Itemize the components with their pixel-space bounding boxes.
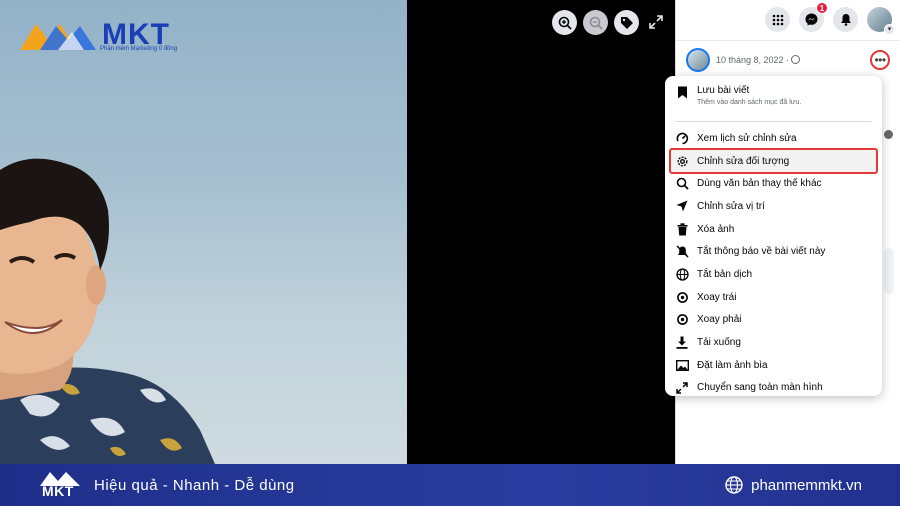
bookmark-icon <box>675 85 689 99</box>
post-header: 10 tháng 8, 2022 · <box>686 48 801 72</box>
top-bar: 1 ▾ <box>765 2 895 35</box>
banner-website[interactable]: phanmemmkt.vn <box>725 476 862 494</box>
photo-tools <box>552 10 639 35</box>
messenger-button[interactable]: 1 <box>799 2 828 32</box>
bell-off-icon <box>675 245 689 259</box>
menu-item-label: Dùng văn bản thay thế khác <box>697 178 822 190</box>
menu-divider <box>675 121 872 122</box>
notifications-button[interactable] <box>833 7 858 32</box>
expand-icon <box>675 381 689 395</box>
menu-item-rotate-right[interactable]: Xoay phải <box>671 309 876 332</box>
fullscreen-icon[interactable] <box>648 14 664 30</box>
location-arrow-icon <box>675 199 689 213</box>
top-divider <box>676 40 900 41</box>
chevron-down-icon: ▾ <box>884 24 895 35</box>
footer-banner: MKT Hiệu quả - Nhanh - Dễ dùng phanmemmk… <box>0 464 900 506</box>
menu-item-label: Lưu bài viết <box>697 85 750 96</box>
bell-icon <box>840 14 851 26</box>
menu-item-mute-notifications[interactable]: Tắt thông báo về bài viết này <box>671 240 876 263</box>
trash-icon <box>675 222 689 236</box>
menu-item-delete-photo[interactable]: Xóa ảnh <box>671 218 876 241</box>
history-icon <box>675 131 689 145</box>
menu-item-label: Chỉnh sửa đối tượng <box>697 155 790 167</box>
menu-item-turn-off-translation[interactable]: Tắt bản dịch <box>671 263 876 286</box>
globe-icon <box>725 476 743 494</box>
logo-mark-icon <box>20 24 96 50</box>
zoom-out-button[interactable] <box>583 10 608 35</box>
menu-item-label: Chỉnh sửa vị trí <box>697 200 765 212</box>
menu-item-label: Chuyển sang toàn màn hình <box>697 382 823 394</box>
post-options-menu: Lưu bài viết Thêm vào danh sách mục đã l… <box>665 76 882 396</box>
menu-item-save-post[interactable]: Lưu bài viết Thêm vào danh sách mục đã l… <box>671 81 876 117</box>
image-icon <box>675 358 689 372</box>
menu-item-make-cover-photo[interactable]: Đặt làm ảnh bìa <box>671 354 876 377</box>
more-options-button[interactable]: ••• <box>870 50 890 70</box>
gear-icon <box>675 154 689 168</box>
zoom-in-icon <box>558 16 572 30</box>
banner-logo-text: MKT <box>42 483 74 499</box>
rotate-right-icon <box>675 313 689 327</box>
translate-icon <box>675 267 689 281</box>
tag-icon <box>620 16 633 29</box>
menu-item-edit-location[interactable]: Chỉnh sửa vị trí <box>671 195 876 218</box>
logo-tagline: Phần mềm Marketing 0 đồng <box>100 46 178 52</box>
post-date[interactable]: 10 tháng 8, 2022 · <box>716 55 801 65</box>
zoom-out-icon <box>589 16 603 30</box>
tag-button[interactable] <box>614 10 639 35</box>
banner-slogan: Hiệu quả - Nhanh - Dễ dùng <box>94 476 295 494</box>
search-icon <box>675 177 689 191</box>
screen: MKT Phần mềm Marketing 0 đồng 1 ▾ 10 thá… <box>0 0 900 506</box>
zoom-in-button[interactable] <box>552 10 577 35</box>
photo-viewer: MKT Phần mềm Marketing 0 đồng <box>0 0 675 464</box>
grid-icon <box>772 14 783 25</box>
menu-item-edit-history[interactable]: Xem lịch sử chỉnh sửa <box>671 127 876 150</box>
menu-item-download[interactable]: Tải xuống <box>671 331 876 354</box>
banner-logo: MKT <box>38 468 82 502</box>
messenger-icon <box>805 13 818 26</box>
post-avatar[interactable] <box>686 48 710 72</box>
photo[interactable]: MKT Phần mềm Marketing 0 đồng <box>0 0 407 464</box>
menu-item-edit-audience[interactable]: Chỉnh sửa đối tượng <box>669 147 878 175</box>
background-dot <box>884 130 893 139</box>
menu-item-fullscreen[interactable]: Chuyển sang toàn màn hình <box>671 377 876 400</box>
menu-item-label: Xem lịch sử chỉnh sửa <box>697 132 797 144</box>
mkt-logo: MKT Phần mềm Marketing 0 đồng <box>18 16 177 54</box>
ellipsis-icon: ••• <box>874 53 886 67</box>
menu-item-label: Đặt làm ảnh bìa <box>697 359 768 371</box>
account-avatar[interactable]: ▾ <box>867 7 895 35</box>
menu-item-label: Tải xuống <box>697 337 741 349</box>
globe-icon <box>791 55 801 64</box>
menu-item-label: Xoay trái <box>697 291 737 303</box>
menu-item-label: Tắt thông báo về bài viết này <box>697 246 826 258</box>
menu-item-rotate-left[interactable]: Xoay trái <box>671 286 876 309</box>
menu-item-alt-text[interactable]: Dùng văn bản thay thế khác <box>671 172 876 195</box>
background-card <box>884 248 894 294</box>
download-icon <box>675 336 689 350</box>
menu-item-label: Tắt bản dịch <box>697 268 753 280</box>
menu-item-label: Xóa ảnh <box>697 223 735 235</box>
banner-website-text: phanmemmkt.vn <box>751 476 862 494</box>
menu-item-label: Xoay phải <box>697 314 742 326</box>
menu-item-sublabel: Thêm vào danh sách mục đã lưu. <box>697 99 802 106</box>
person-illustration <box>0 158 215 464</box>
rotate-left-icon <box>675 290 689 304</box>
menu-grid-button[interactable] <box>765 7 790 32</box>
messenger-badge: 1 <box>816 2 828 14</box>
